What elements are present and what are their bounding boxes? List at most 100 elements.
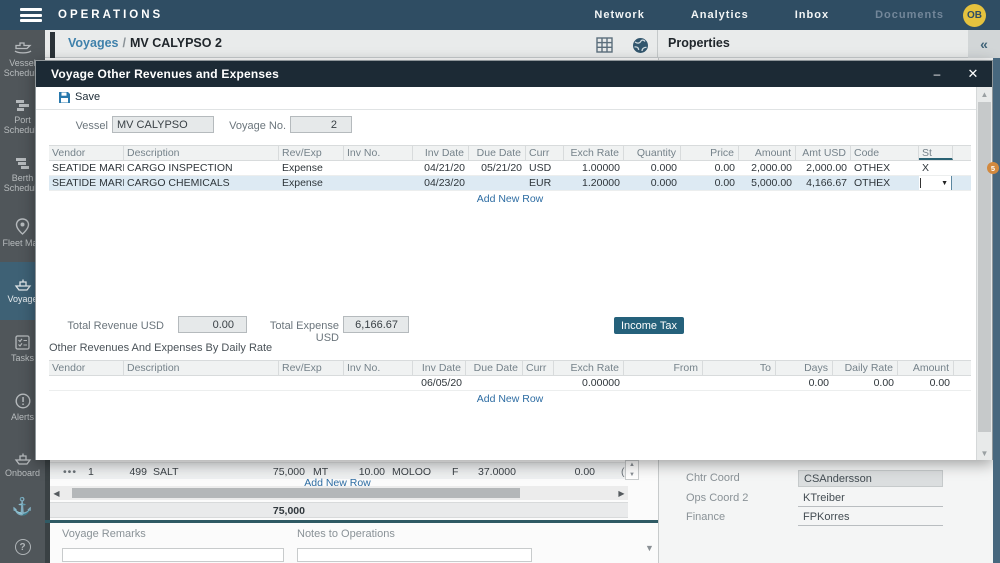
- column-header-description[interactable]: Description: [124, 146, 279, 160]
- save-icon: [59, 92, 70, 103]
- voyage-no-field[interactable]: 2: [290, 116, 352, 133]
- save-label: Save: [75, 91, 100, 103]
- nav-item-network[interactable]: Network: [594, 9, 644, 21]
- cell-code: OTHEX: [851, 161, 919, 175]
- cell-days: 0.00: [776, 376, 833, 390]
- property-row-ops-coord-2: Ops Coord 2 KTreiber: [659, 490, 994, 508]
- column-header-days[interactable]: Days: [776, 361, 833, 375]
- cell-exch-rate: 0.00000: [554, 376, 624, 390]
- cell-st: X: [919, 161, 953, 175]
- column-header-daily-rate[interactable]: Daily Rate: [833, 361, 898, 375]
- scrollbar-thumb[interactable]: [72, 488, 520, 498]
- nav-item-inbox[interactable]: Inbox: [795, 9, 829, 21]
- grid-view-icon[interactable]: [596, 37, 613, 53]
- table-header-row: VendorDescriptionRev/ExpInv No.Inv DateD…: [49, 360, 971, 376]
- scroll-left-icon[interactable]: ◀: [50, 486, 63, 500]
- column-header-spacer[interactable]: [954, 361, 971, 375]
- scroll-up-icon[interactable]: ▲: [977, 87, 992, 101]
- collapsed-right-strip[interactable]: [993, 58, 1000, 563]
- column-header-inv-no[interactable]: Inv No.: [344, 361, 413, 375]
- property-row-finance: FinanceFPKorres: [659, 509, 994, 527]
- column-header-due-date[interactable]: Due Date: [469, 146, 526, 160]
- column-header-from[interactable]: From: [624, 361, 703, 375]
- property-value-field[interactable]: FPKorres: [798, 509, 943, 526]
- column-header-inv-no[interactable]: Inv No.: [344, 146, 413, 160]
- scroll-right-icon[interactable]: ▶: [615, 486, 628, 500]
- alert-count-badge[interactable]: 5: [987, 162, 999, 174]
- cell-due-date: 05/21/20: [469, 161, 526, 175]
- minimize-icon[interactable]: –: [922, 61, 952, 87]
- column-header-curr[interactable]: Curr: [523, 361, 554, 375]
- column-header-vendor[interactable]: Vendor: [49, 146, 124, 160]
- close-icon[interactable]: ✕: [958, 61, 988, 87]
- cell-st: X▼: [919, 176, 953, 190]
- berth-schedule-icon: [15, 157, 30, 170]
- column-header-spacer[interactable]: [953, 146, 971, 160]
- column-header-exch-rate[interactable]: Exch Rate: [564, 146, 624, 160]
- column-header-price[interactable]: Price: [681, 146, 739, 160]
- nav-item-documents: Documents: [875, 9, 944, 21]
- column-header-inv-date[interactable]: Inv Date: [413, 361, 466, 375]
- save-button[interactable]: Save: [59, 91, 100, 103]
- column-header-due-date[interactable]: Due Date: [466, 361, 523, 375]
- anchor-icon[interactable]: ⚓: [12, 497, 33, 517]
- sidebar-item-label: Onboard: [0, 468, 45, 478]
- scrollbar-thumb[interactable]: [978, 102, 991, 432]
- column-header-description[interactable]: Description: [124, 361, 279, 375]
- horizontal-scrollbar[interactable]: ◀ ▶: [50, 486, 628, 500]
- chevron-down-icon[interactable]: ▼: [645, 543, 654, 553]
- column-header-amt-usd[interactable]: Amt USD: [796, 146, 851, 160]
- cell-from: [624, 376, 703, 390]
- property-label: Ops Coord 2: [686, 492, 748, 504]
- globe-icon[interactable]: [632, 37, 649, 53]
- column-header-curr[interactable]: Curr: [526, 146, 564, 160]
- onboard-icon: [14, 452, 32, 465]
- column-header-exch-rate[interactable]: Exch Rate: [554, 361, 624, 375]
- scroll-down-icon[interactable]: ▼: [977, 446, 992, 460]
- column-header-inv-date[interactable]: Inv Date: [413, 146, 469, 160]
- cell-rev-exp: Expense: [279, 176, 344, 190]
- table-row[interactable]: SEATIDE MARITIMCARGO CHEMICALSExpense04/…: [49, 176, 971, 191]
- modal-header[interactable]: Voyage Other Revenues and Expenses – ✕: [36, 61, 992, 87]
- quantity-total: 75,000: [235, 505, 305, 517]
- breadcrumb-current: MV CALYPSO 2: [130, 36, 222, 50]
- total-expense-field: 6,166.67: [343, 316, 409, 333]
- hamburger-menu-icon[interactable]: [20, 8, 42, 22]
- cell-price: 0.00: [681, 176, 739, 190]
- add-new-row-link[interactable]: Add New Row: [49, 191, 971, 204]
- modal-vertical-scrollbar[interactable]: ▲ ▼: [976, 87, 992, 460]
- column-header-code[interactable]: Code: [851, 146, 919, 160]
- avatar[interactable]: OB: [963, 4, 986, 27]
- vessel-schedule-icon: [14, 40, 32, 55]
- column-header-st[interactable]: St: [919, 146, 953, 160]
- cell-amount: 2,000.00: [739, 161, 796, 175]
- collapse-panel-button[interactable]: «: [968, 30, 1000, 58]
- column-header-to[interactable]: To: [703, 361, 776, 375]
- column-header-amount[interactable]: Amount: [739, 146, 796, 160]
- scroll-up-icon[interactable]: ▲: [629, 462, 635, 468]
- total-revenue-field: 0.00: [178, 316, 247, 333]
- property-value-field[interactable]: KTreiber: [798, 490, 943, 507]
- cell-due-date: [469, 176, 526, 190]
- column-header-quantity[interactable]: Quantity: [624, 146, 681, 160]
- help-icon[interactable]: ?: [15, 539, 31, 555]
- income-tax-button[interactable]: Income Tax: [614, 317, 684, 334]
- column-header-vendor[interactable]: Vendor: [49, 361, 124, 375]
- table-row[interactable]: 06/05/200.000000.000.000.00: [49, 376, 971, 391]
- add-new-row-link[interactable]: Add New Row: [49, 391, 971, 404]
- column-header-rev-exp[interactable]: Rev/Exp: [279, 146, 344, 160]
- cell-description: CARGO INSPECTION: [124, 161, 279, 175]
- table-row[interactable]: SEATIDE MARITIMCARGO INSPECTIONExpense04…: [49, 161, 971, 176]
- column-header-amount[interactable]: Amount: [898, 361, 954, 375]
- column-header-rev-exp[interactable]: Rev/Exp: [279, 361, 344, 375]
- cell-vendor: [49, 376, 124, 390]
- nav-item-analytics[interactable]: Analytics: [691, 9, 749, 21]
- daily-rate-table: VendorDescriptionRev/ExpInv No.Inv DateD…: [49, 360, 971, 404]
- property-value-field[interactable]: CSAndersson: [798, 470, 943, 487]
- vessel-label: Vessel: [56, 120, 108, 132]
- voyage-remarks-input[interactable]: [62, 548, 284, 562]
- status-select[interactable]: X▼: [919, 176, 952, 190]
- notes-to-operations-input[interactable]: [297, 548, 532, 562]
- chevron-down-icon: ▼: [941, 180, 948, 187]
- breadcrumb-voyages-link[interactable]: Voyages: [68, 36, 119, 50]
